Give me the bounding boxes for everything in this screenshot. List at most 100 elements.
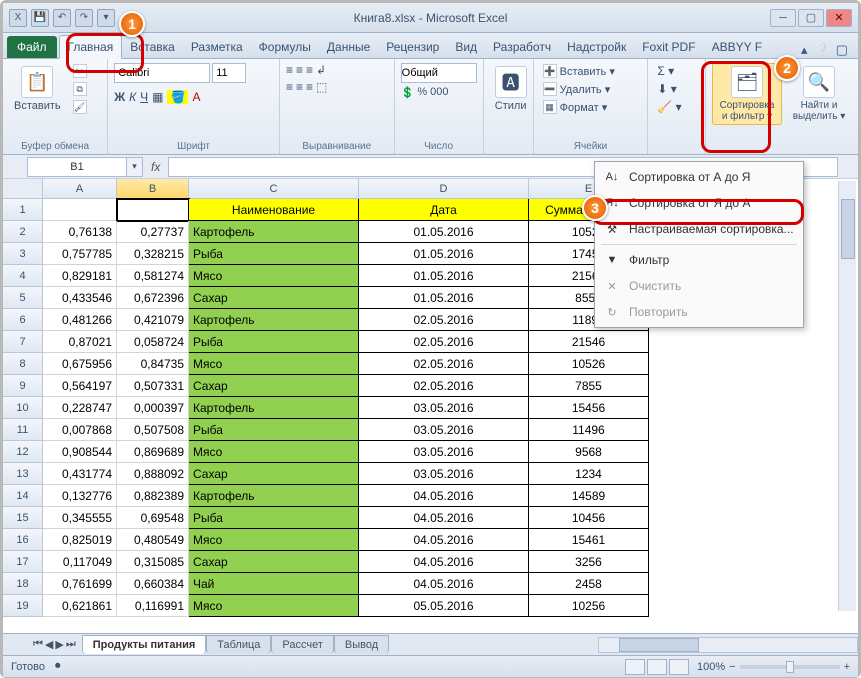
cell[interactable]: Рыба <box>189 419 359 441</box>
cell[interactable]: 04.05.2016 <box>359 529 529 551</box>
cell[interactable]: 0,132776 <box>43 485 117 507</box>
font-color-button[interactable]: A <box>192 90 200 104</box>
cell[interactable]: 0,869689 <box>117 441 189 463</box>
italic-button[interactable]: К <box>129 90 136 104</box>
cell[interactable]: Сахар <box>189 287 359 309</box>
cell[interactable]: 21546 <box>529 331 649 353</box>
cell[interactable]: 0,76138 <box>43 221 117 243</box>
cell[interactable]: 10456 <box>529 507 649 529</box>
comma-button[interactable]: 000 <box>430 86 448 99</box>
col-head-a[interactable]: A <box>43 179 117 199</box>
cell[interactable]: 0,117049 <box>43 551 117 573</box>
cell[interactable]: 0,581274 <box>117 265 189 287</box>
sheet-tab-active[interactable]: Продукты питания <box>82 635 207 654</box>
cell[interactable]: 10256 <box>529 595 649 617</box>
cell[interactable]: 0,116991 <box>117 595 189 617</box>
file-tab[interactable]: Файл <box>7 36 57 58</box>
cell[interactable]: 01.05.2016 <box>359 221 529 243</box>
cell[interactable] <box>43 199 117 221</box>
zoom-in-button[interactable]: + <box>844 661 850 673</box>
cell[interactable]: 03.05.2016 <box>359 441 529 463</box>
sheet-nav-first[interactable]: ⏮ <box>33 638 43 651</box>
zoom-handle[interactable] <box>786 661 794 673</box>
cell[interactable]: 0,507508 <box>117 419 189 441</box>
minimize-button[interactable]: ─ <box>770 9 796 27</box>
cell[interactable]: 0,87021 <box>43 331 117 353</box>
undo-icon[interactable]: ↶ <box>53 9 71 27</box>
cell[interactable]: Рыба <box>189 243 359 265</box>
paste-button[interactable]: 📋 Вставить <box>9 63 66 115</box>
tab-review[interactable]: Рецензир <box>378 36 447 58</box>
cell[interactable]: 03.05.2016 <box>359 463 529 485</box>
sheet-tab-3[interactable]: Вывод <box>334 635 389 654</box>
cell[interactable]: 01.05.2016 <box>359 265 529 287</box>
fill-color-button[interactable]: 🪣 <box>167 90 188 104</box>
tab-foxit[interactable]: Foxit PDF <box>634 36 703 58</box>
align-bottom-button[interactable]: ≡ <box>306 63 313 77</box>
cut-button[interactable]: ✂ <box>70 63 90 79</box>
cell[interactable]: 0,908544 <box>43 441 117 463</box>
sheet-tab-1[interactable]: Таблица <box>206 635 271 654</box>
cell[interactable]: 14589 <box>529 485 649 507</box>
sheet-tab-2[interactable]: Рассчет <box>271 635 334 654</box>
align-center-button[interactable]: ≡ <box>296 80 303 94</box>
copy-button[interactable]: ⧉ <box>70 81 90 97</box>
cell[interactable]: Мясо <box>189 441 359 463</box>
cell[interactable]: Картофель <box>189 221 359 243</box>
styles-button[interactable]: 🅰 Стили <box>490 63 532 115</box>
save-icon[interactable]: 💾 <box>31 9 49 27</box>
page-layout-view-button[interactable] <box>647 659 667 675</box>
cell[interactable]: Дата <box>359 199 529 221</box>
maximize-button[interactable]: ▢ <box>798 9 824 27</box>
cell[interactable]: Сахар <box>189 463 359 485</box>
excel-icon[interactable]: X <box>9 9 27 27</box>
sort-filter-button[interactable]: 🗂 Сортировка и фильтр ▾ <box>712 63 782 125</box>
autosum-button[interactable]: Σ ▾ <box>654 63 684 79</box>
cell[interactable]: 02.05.2016 <box>359 331 529 353</box>
percent-button[interactable]: % <box>417 86 427 99</box>
vertical-scrollbar[interactable] <box>838 181 856 611</box>
close-button[interactable]: ✕ <box>826 9 852 27</box>
tab-formulas[interactable]: Формулы <box>251 36 319 58</box>
cell[interactable]: Сахар <box>189 375 359 397</box>
cell[interactable]: 0,328215 <box>117 243 189 265</box>
cell[interactable]: 0,000397 <box>117 397 189 419</box>
cell[interactable]: 03.05.2016 <box>359 397 529 419</box>
page-break-view-button[interactable] <box>669 659 689 675</box>
insert-cells-button[interactable]: ➕Вставить ▾ <box>540 63 618 79</box>
bold-button[interactable]: Ж <box>114 90 125 104</box>
align-left-button[interactable]: ≡ <box>286 80 293 94</box>
col-head-c[interactable]: C <box>189 179 359 199</box>
cell[interactable]: 0,621861 <box>43 595 117 617</box>
cell[interactable]: 0,888092 <box>117 463 189 485</box>
sort-asc-item[interactable]: A↓Сортировка от А до Я <box>597 164 801 190</box>
cell[interactable]: Сахар <box>189 551 359 573</box>
tab-abbyy[interactable]: ABBYY F <box>704 36 770 58</box>
cell[interactable]: 0,507331 <box>117 375 189 397</box>
align-right-button[interactable]: ≡ <box>306 80 313 94</box>
zoom-level[interactable]: 100% <box>697 661 725 673</box>
cell[interactable]: 0,058724 <box>117 331 189 353</box>
tab-addins[interactable]: Надстройк <box>559 36 634 58</box>
cell[interactable]: Мясо <box>189 529 359 551</box>
tab-insert[interactable]: Вставка <box>122 36 183 58</box>
cell[interactable]: 0,421079 <box>117 309 189 331</box>
cell[interactable]: Чай <box>189 573 359 595</box>
font-size-input[interactable] <box>212 63 246 83</box>
cell[interactable]: Картофель <box>189 309 359 331</box>
cell[interactable]: 7855 <box>529 375 649 397</box>
cell[interactable]: 0,433546 <box>43 287 117 309</box>
cell[interactable]: 04.05.2016 <box>359 507 529 529</box>
redo-icon[interactable]: ↷ <box>75 9 93 27</box>
cell[interactable]: 05.05.2016 <box>359 595 529 617</box>
cell[interactable]: 0,882389 <box>117 485 189 507</box>
cell[interactable]: 3256 <box>529 551 649 573</box>
fill-button[interactable]: ⬇ ▾ <box>654 81 684 97</box>
format-painter-button[interactable]: 🖌 <box>70 99 90 115</box>
cell[interactable]: Наименование <box>189 199 359 221</box>
qat-more-icon[interactable]: ▾ <box>97 9 115 27</box>
cell[interactable]: 9568 <box>529 441 649 463</box>
number-format-select[interactable] <box>401 63 477 83</box>
macro-record-icon[interactable]: ⏺ <box>55 660 61 673</box>
tab-data[interactable]: Данные <box>319 36 378 58</box>
